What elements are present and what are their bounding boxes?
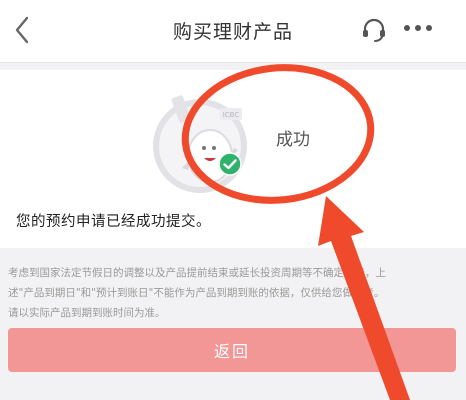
more-dots-icon [404,25,432,31]
result-card: ICBC 成功 您的预约申请已经成功提交。 [0,70,466,248]
success-illustration: ICBC [150,88,260,198]
headset-icon [363,18,385,42]
customer-service-button[interactable] [360,17,388,43]
notice-paragraph: 考虑到国家法定节假日的调整以及产品提前结束或延长投资周期等不确定因素，上 述"产… [8,263,460,323]
page-title: 购买理财产品 [172,21,293,43]
notice-line: 述"产品到期日"和"预计到账日"不能作为产品到期到账的依据，仅供给您做参考。 [8,287,385,299]
submission-message: 您的预约申请已经成功提交。 [16,214,211,230]
notice-line: 请以实际产品到期到账时间为准。 [8,307,166,319]
nav-bar: 购买理财产品 [0,0,466,63]
notice-line: 考虑到国家法定节假日的调整以及产品提前结束或延长投资周期等不确定因素，上 [8,267,386,279]
return-button[interactable]: 返回 [8,328,456,372]
mascot-illustration: ICBC [153,95,247,193]
success-status-text: 成功 [276,130,310,150]
check-circle-icon [218,152,242,176]
badge-text: ICBC [223,111,240,119]
more-button[interactable] [400,18,436,38]
